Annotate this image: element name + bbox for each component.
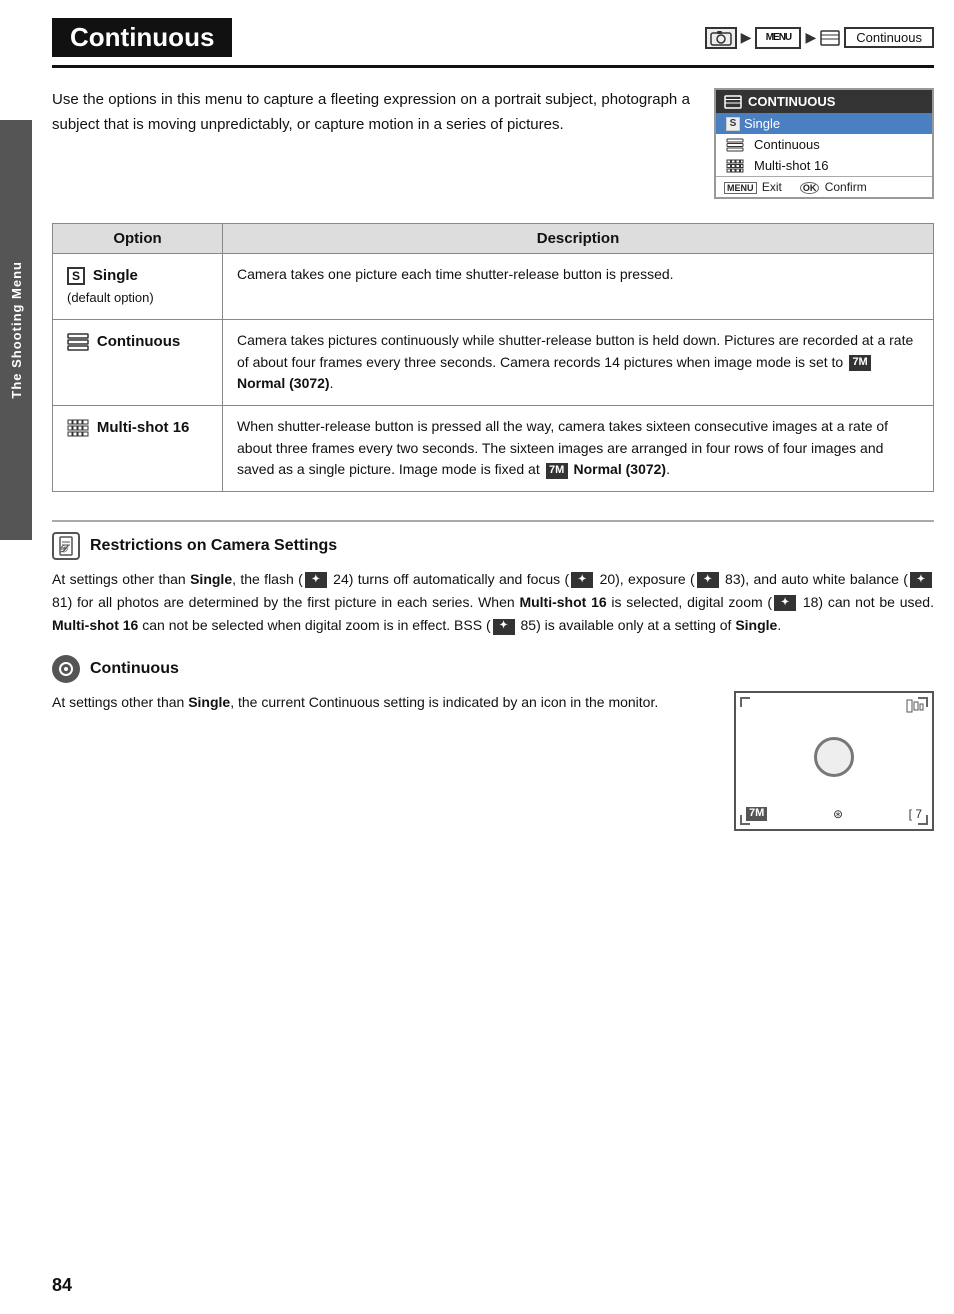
- camera-menu-header: CONTINUOUS: [716, 90, 932, 113]
- preview-top-right: [906, 699, 924, 716]
- camera-menu-item-single: S Single: [716, 113, 932, 134]
- camera-menu-exit-label: Exit: [762, 180, 782, 194]
- col-description: Description: [223, 224, 934, 254]
- preview-bottom-bar: 7M ⊛ [ 7: [746, 807, 922, 821]
- continuous-note-header: Continuous: [52, 655, 934, 683]
- continuous-note-title: Continuous: [90, 660, 179, 678]
- svg-text:𝒟: 𝒟: [59, 544, 69, 555]
- restrictions-title: Restrictions on Camera Settings: [90, 537, 337, 555]
- camera-menu-footer: MENU Exit OK Confirm: [716, 176, 932, 197]
- menu-icon: MENU: [755, 27, 801, 49]
- note-icon: 𝒟: [52, 532, 80, 560]
- table-row-multishot: Multi-shot 16 When shutter-release butto…: [53, 406, 934, 492]
- option-continuous: Continuous: [53, 319, 223, 405]
- page-header: Continuous ▶ MENU ▶ Conti: [52, 18, 934, 68]
- camera-menu-confirm-label: Confirm: [825, 180, 867, 194]
- preview-center-label: ⊛: [833, 807, 843, 821]
- side-tab: The Shooting Menu: [0, 120, 32, 540]
- breadcrumb-label: Continuous: [844, 27, 934, 48]
- table-row-single: S Single (default option) Camera takes o…: [53, 254, 934, 320]
- option-single: S Single (default option): [53, 254, 223, 320]
- preview-right-label: [ 7: [909, 807, 922, 821]
- desc-multishot: When shutter-release button is pressed a…: [223, 406, 934, 492]
- options-table: Option Description S Single (default opt…: [52, 223, 934, 492]
- camera-menu-item-continuous: Continuous: [716, 134, 932, 155]
- camera-menu-box: CONTINUOUS S Single Continuous: [714, 88, 934, 199]
- camera-menu-continuous-label: Continuous: [754, 137, 820, 152]
- desc-continuous: Camera takes pictures continuously while…: [223, 319, 934, 405]
- single-name: Single: [93, 267, 138, 284]
- table-row-continuous: Continuous Camera takes pictures continu…: [53, 319, 934, 405]
- continuous-name: Continuous: [97, 333, 180, 350]
- page-number: 84: [52, 1275, 72, 1296]
- multishot-name: Multi-shot 16: [97, 419, 190, 436]
- restrictions-header: 𝒟 Restrictions on Camera Settings: [52, 532, 934, 560]
- continuous-note: Continuous At settings other than Single…: [52, 655, 934, 831]
- side-tab-label: The Shooting Menu: [9, 261, 24, 399]
- camera-menu-title: CONTINUOUS: [748, 94, 835, 109]
- camera-menu-multishot-label: Multi-shot 16: [754, 158, 828, 173]
- desc-single: Camera takes one picture each time shutt…: [223, 254, 934, 320]
- restrictions-body: At settings other than Single, the flash…: [52, 568, 934, 637]
- camera-preview-box: 7M ⊛ [ 7: [734, 691, 934, 831]
- breadcrumb-arrow1: ▶: [741, 29, 752, 46]
- single-icon: S: [67, 267, 85, 285]
- corner-tl: [740, 697, 750, 707]
- intro-text: Use the options in this menu to capture …: [52, 88, 690, 199]
- continuous-note-icon: [52, 655, 80, 683]
- page-title: Continuous: [52, 18, 232, 57]
- intro-section: Use the options in this menu to capture …: [52, 88, 934, 199]
- preview-mode-badge: 7M: [746, 807, 767, 821]
- restrictions-note: 𝒟 Restrictions on Camera Settings At set…: [52, 520, 934, 637]
- breadcrumb-arrow2: ▶: [805, 29, 816, 46]
- continuous-note-body: At settings other than Single, the curre…: [52, 691, 710, 714]
- option-multishot: Multi-shot 16: [53, 406, 223, 492]
- mode-badge-cont: 7M: [849, 355, 871, 371]
- col-option: Option: [53, 224, 223, 254]
- bottom-section: At settings other than Single, the curre…: [52, 691, 934, 831]
- camera-menu-item-multishot: Multi-shot 16: [716, 155, 932, 176]
- mode-badge-multi: 7M: [546, 463, 568, 479]
- breadcrumb: ▶ MENU ▶ Continuous: [705, 27, 934, 49]
- camera-menu-single-label: Single: [744, 116, 780, 131]
- preview-center-circle: [814, 737, 854, 777]
- camera-icon: [705, 27, 737, 49]
- single-sub: (default option): [67, 290, 154, 305]
- breadcrumb-submenu-icon: [820, 30, 840, 46]
